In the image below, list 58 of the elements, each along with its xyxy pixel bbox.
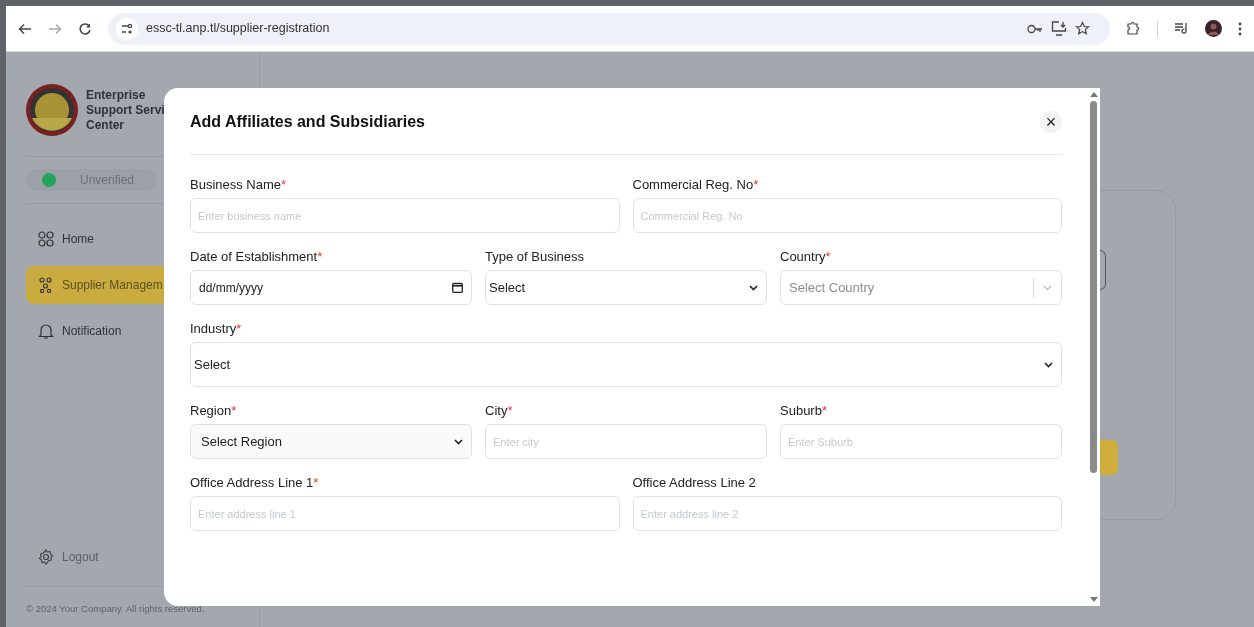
field-label: Date of Establishment [190,248,318,263]
star-icon[interactable] [1075,21,1090,36]
field-label: Commercial Reg. No [632,176,754,191]
chevron-icon [1043,284,1052,291]
url-text[interactable]: essc-tl.anp.tl/supplier-registration [146,19,330,38]
required-mark: * [825,248,831,263]
field-label: Industry [190,320,237,335]
required-mark: * [281,176,287,191]
logo-icon [26,84,78,136]
field-label: Suburb [780,402,822,417]
required-mark: * [236,320,242,335]
people-icon [38,277,54,293]
address-bar[interactable]: essc-tl.anp.tl/supplier-registration [108,12,1110,45]
select-field[interactable]: Select Country [780,270,1062,305]
field-label: Office Address Line 2 [632,474,756,489]
field-label: Business Name [190,176,282,191]
field-label: Region [190,402,232,417]
required-mark: * [231,402,237,417]
input-field[interactable]: Enter city [485,424,767,459]
date-field[interactable]: dd/mm/yyyy [190,270,472,305]
input-field[interactable]: Enter address line 2 [632,496,1062,531]
required-mark: * [317,248,323,263]
scroll-down-icon[interactable] [1089,597,1098,602]
brand-name: Enterprise Support Servi Center [86,87,165,133]
select-field[interactable]: Select [190,342,1062,387]
grid-icon [38,231,54,247]
input-field[interactable]: Enter Suburb [780,424,1062,459]
required-mark: * [753,176,759,191]
install-icon[interactable] [1051,21,1067,36]
select-field[interactable]: Select Region [190,424,472,459]
required-mark: * [507,402,513,417]
calendar-icon [452,282,463,293]
key-icon[interactable] [1027,22,1043,35]
required-mark: * [821,402,827,417]
field-label: Country [780,248,826,263]
caret-icon [749,284,758,291]
close-button[interactable]: × [1040,111,1062,133]
reload-icon[interactable] [78,21,92,36]
modal-title: Add Affiliates and Subsidiaries [190,112,425,132]
required-mark: * [313,474,319,489]
input-field[interactable]: Enter business name [190,198,620,233]
select-field[interactable]: Select [485,270,767,305]
menu-icon[interactable] [1238,21,1242,36]
bell-icon [38,323,54,339]
caret-icon [1044,361,1053,368]
back-icon[interactable] [18,21,32,36]
avatar-icon[interactable] [1205,20,1222,37]
field-label: Office Address Line 1 [190,474,314,489]
settings-icon [38,549,54,565]
site-settings-icon[interactable] [116,17,138,40]
footer-text: © 2024 Your Company. All rights reserved. [26,603,205,614]
scroll-up-icon[interactable] [1089,92,1098,97]
field-label: Type of Business [485,248,584,263]
caret-icon [454,438,463,445]
field-label: City [485,402,508,417]
puzzle-icon[interactable] [1126,21,1141,36]
input-field[interactable]: Commercial Reg. No [632,198,1062,233]
media-icon[interactable] [1174,22,1189,35]
